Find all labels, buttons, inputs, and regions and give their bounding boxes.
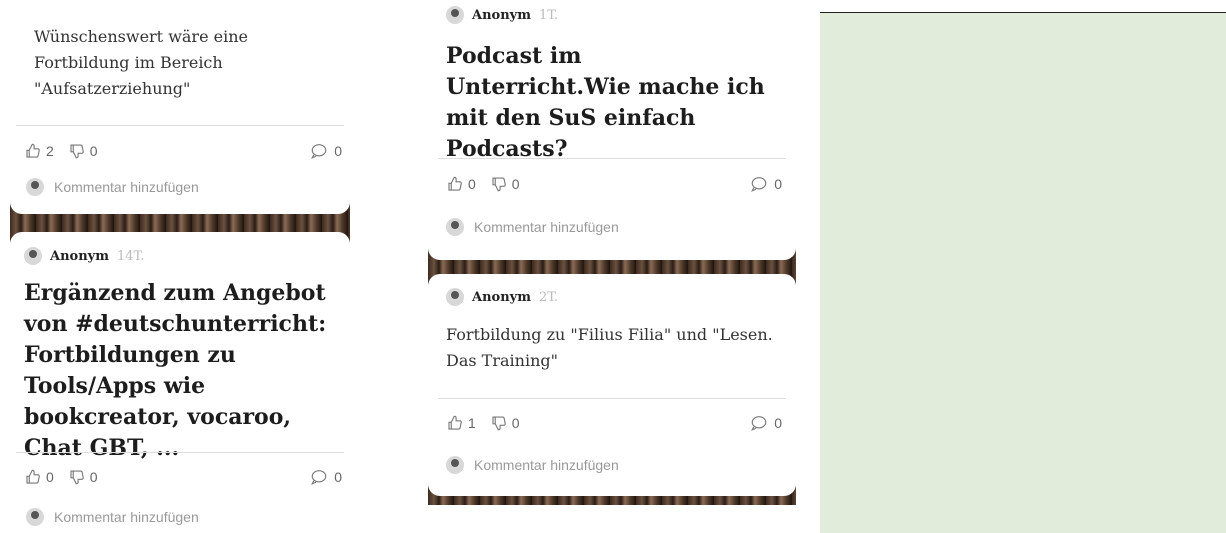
add-comment-label: Kommentar hinzufügen (474, 219, 619, 235)
avatar-icon (26, 508, 44, 526)
post-author: Anonym 14T. (24, 247, 144, 265)
add-comment-label: Kommentar hinzufügen (54, 509, 199, 525)
comment-count: 0 (774, 176, 782, 192)
dislike-count: 0 (511, 415, 520, 431)
author-name: Anonym (472, 7, 531, 23)
comment-count-wrap[interactable]: 0 (750, 414, 782, 432)
comment-icon (751, 416, 767, 431)
reactions: 1 0 (446, 414, 520, 432)
author-name: Anonym (472, 289, 531, 305)
comment-icon (311, 144, 327, 159)
comment-count-wrap[interactable]: 0 (310, 468, 342, 486)
right-panel (820, 12, 1226, 533)
thumbs-down-icon[interactable] (68, 142, 86, 160)
avatar-icon (446, 288, 464, 306)
divider (438, 398, 786, 399)
post-body: Wünschenswert wäre eine Fortbildung im B… (34, 27, 248, 98)
post-time: 1T. (538, 7, 559, 23)
divider (16, 452, 344, 453)
column-1: Wünschenswert wäre eine Fortbildung im B… (10, 0, 350, 532)
post-card[interactable]: Wünschenswert wäre eine Fortbildung im B… (10, 0, 350, 214)
post-author: Anonym 2T. (446, 288, 558, 306)
like-count: 0 (468, 176, 476, 192)
like-count: 1 (468, 415, 476, 431)
thumbs-down-icon[interactable] (68, 468, 86, 486)
avatar-icon (446, 6, 464, 24)
author-name: Anonym (50, 248, 109, 264)
post-title: Ergänzend zum Angebot von #deutschunterr… (24, 280, 327, 461)
thumbs-up-icon[interactable] (446, 414, 464, 432)
thumbs-up-icon[interactable] (24, 468, 42, 486)
reactions: 0 0 (24, 468, 98, 486)
avatar-icon (24, 247, 42, 265)
thumbs-down-icon[interactable] (490, 175, 508, 193)
comment-count-wrap[interactable]: 0 (310, 142, 342, 160)
divider (16, 125, 344, 126)
add-comment[interactable]: Kommentar hinzufügen (26, 508, 199, 526)
post-body: Fortbildung zu "Filius Filia" und "Lesen… (446, 325, 773, 370)
like-count: 2 (46, 143, 54, 159)
reactions: 2 0 (24, 142, 98, 160)
post-time: 14T. (116, 248, 145, 264)
add-comment[interactable]: Kommentar hinzufügen (26, 178, 199, 196)
thumbs-up-icon[interactable] (446, 175, 464, 193)
dislike-count: 0 (89, 143, 98, 159)
post-card[interactable]: Anonym 14T. Ergänzend zum Angebot von #d… (10, 232, 350, 532)
add-comment-label: Kommentar hinzufügen (54, 179, 199, 195)
post-card[interactable]: Anonym 1T. Podcast im Unterricht.Wie mac… (428, 0, 796, 260)
reactions: 0 0 (446, 175, 520, 193)
add-comment-label: Kommentar hinzufügen (474, 457, 619, 473)
avatar-icon (26, 178, 44, 196)
dislike-count: 0 (89, 469, 98, 485)
comment-count: 0 (334, 469, 342, 485)
post-time: 2T. (538, 289, 559, 305)
comment-icon (751, 177, 767, 192)
add-comment[interactable]: Kommentar hinzufügen (446, 218, 619, 236)
avatar-icon (446, 218, 464, 236)
add-comment[interactable]: Kommentar hinzufügen (446, 456, 619, 474)
thumbs-down-icon[interactable] (490, 414, 508, 432)
like-count: 0 (46, 469, 54, 485)
post-title: Podcast im Unterricht.Wie mache ich mit … (446, 43, 765, 162)
comment-icon (311, 470, 327, 485)
divider (438, 158, 786, 159)
comment-count-wrap[interactable]: 0 (750, 175, 782, 193)
column-2: Anonym 1T. Podcast im Unterricht.Wie mac… (428, 0, 796, 505)
avatar-icon (446, 456, 464, 474)
thumbs-up-icon[interactable] (24, 142, 42, 160)
post-author: Anonym 1T. (446, 6, 558, 24)
dislike-count: 0 (511, 176, 520, 192)
comment-count: 0 (334, 143, 342, 159)
comment-count: 0 (774, 415, 782, 431)
post-card[interactable]: Anonym 2T. Fortbildung zu "Filius Filia"… (428, 274, 796, 496)
